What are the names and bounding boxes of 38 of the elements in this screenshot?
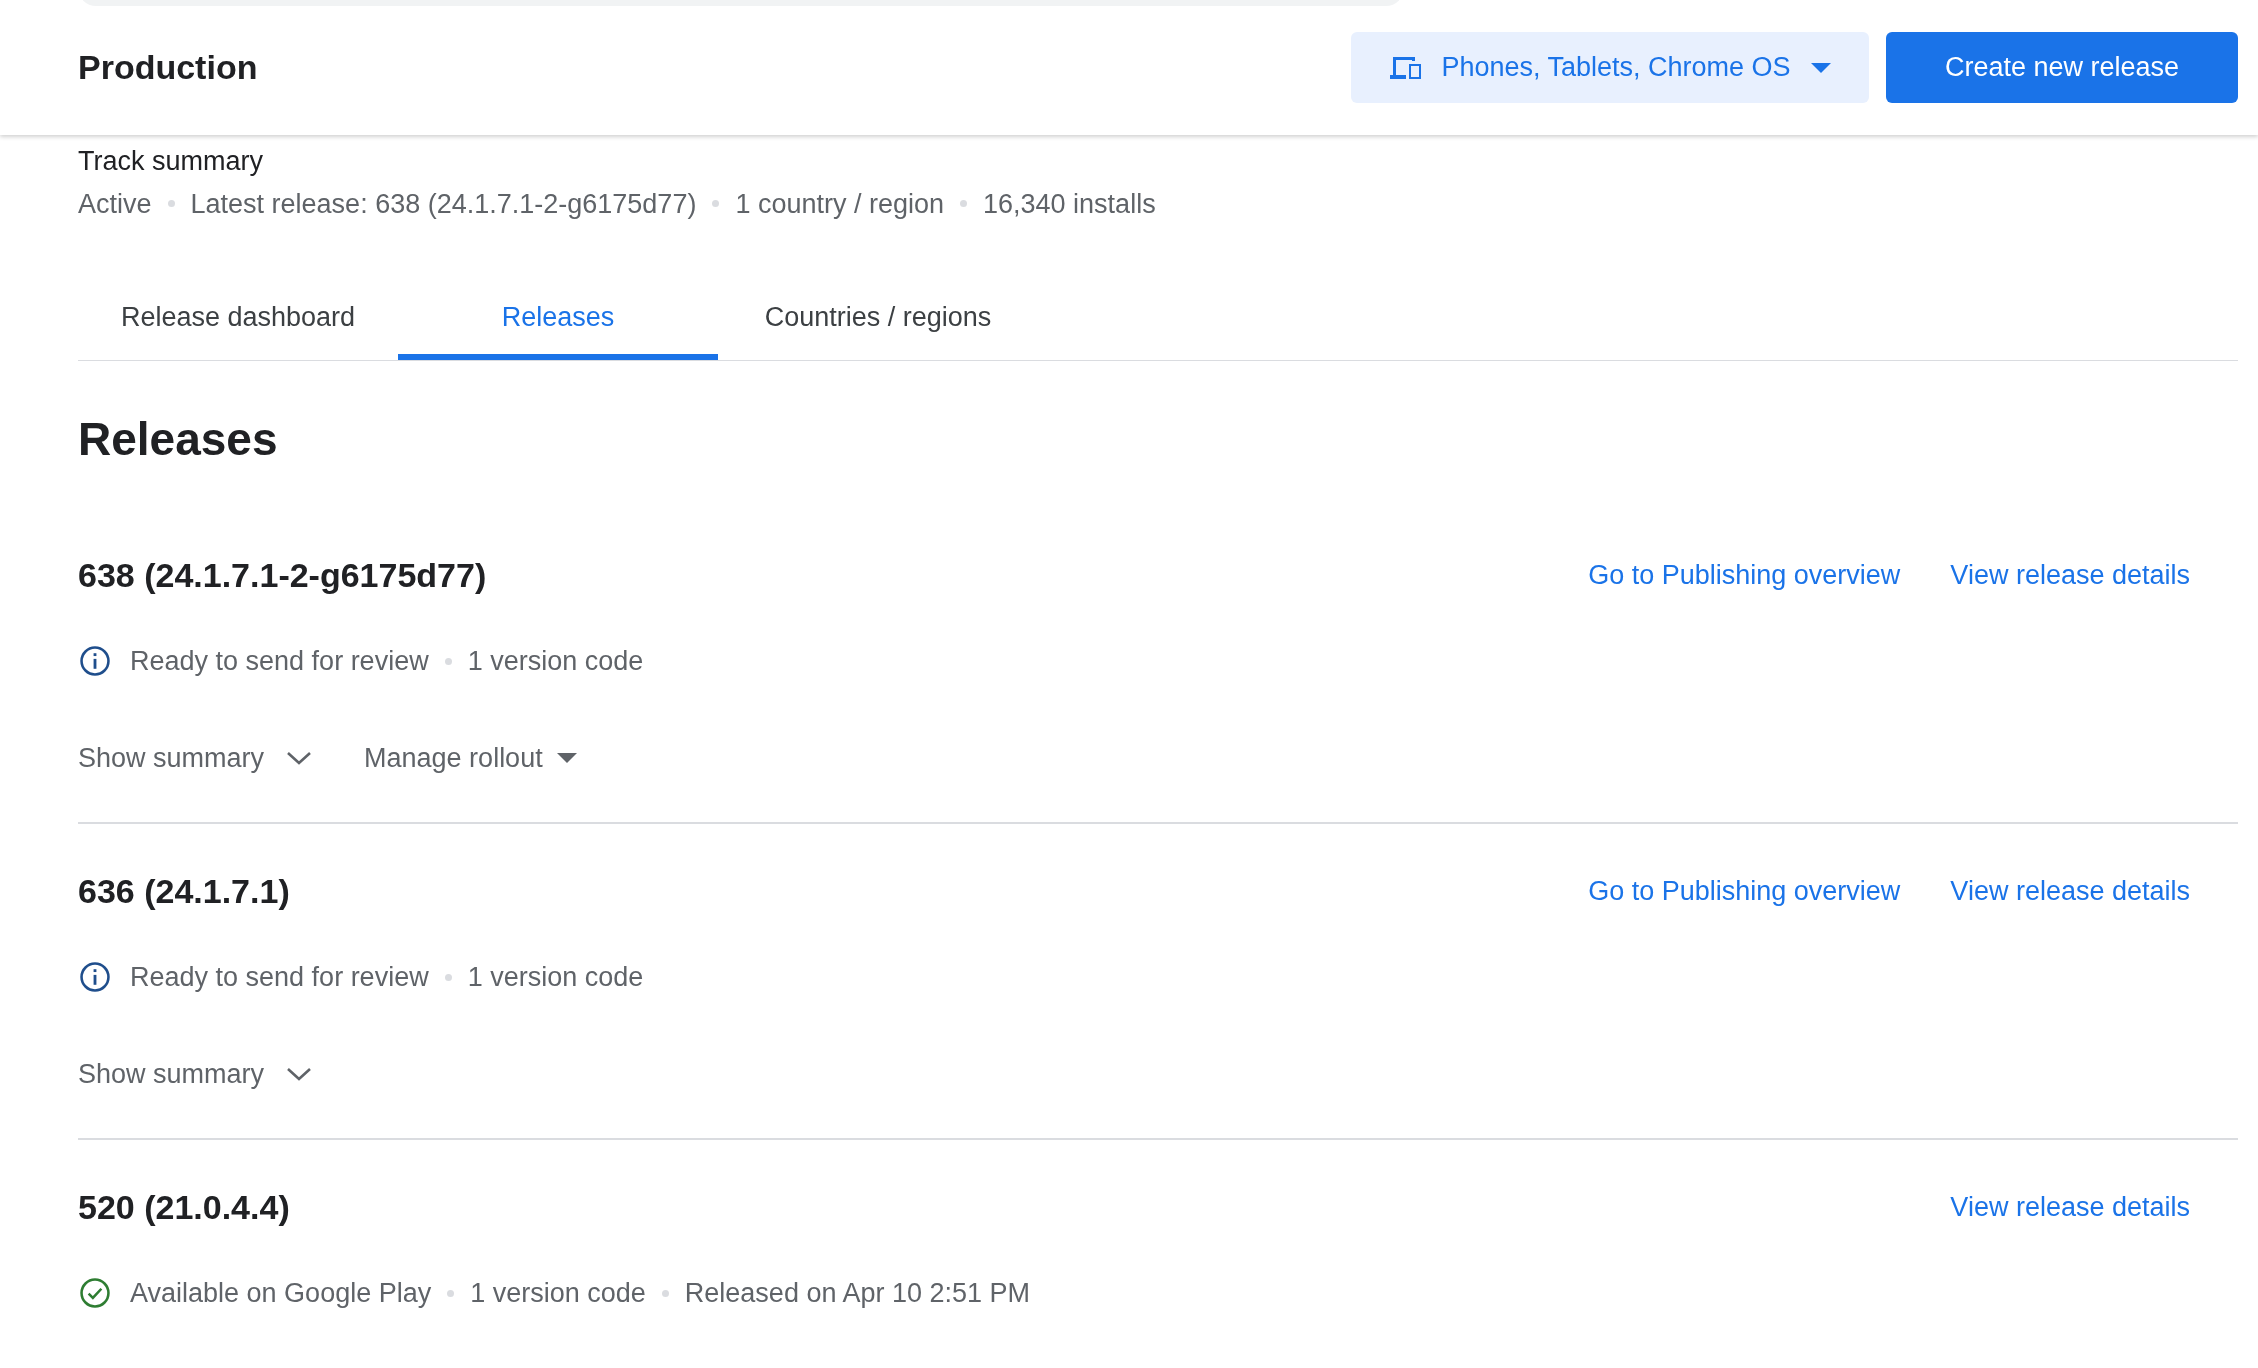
action-button[interactable]: Manage rollout bbox=[364, 737, 577, 778]
page-title: Production bbox=[78, 47, 259, 88]
link[interactable]: Go to Publishing overview bbox=[1588, 555, 1901, 596]
tab[interactable]: Release dashboard bbox=[78, 274, 398, 360]
create-release-button[interactable]: Create new release bbox=[1886, 32, 2238, 103]
tab[interactable]: Releases bbox=[398, 274, 718, 360]
meta-text: Ready to send for review bbox=[130, 961, 429, 994]
info-icon bbox=[78, 960, 112, 995]
link[interactable]: View release details bbox=[1950, 871, 2190, 912]
caret-down-icon bbox=[1810, 62, 1831, 73]
release-title: 636 (24.1.7.1) bbox=[78, 871, 291, 912]
link[interactable]: View release details bbox=[1950, 1187, 2190, 1228]
section-heading: Track summary bbox=[78, 145, 264, 178]
devices-icon bbox=[1389, 54, 1424, 81]
meta-text: 1 version code bbox=[470, 1277, 646, 1310]
meta-text: Active bbox=[78, 187, 152, 221]
meta-text: Available on Google Play bbox=[130, 1277, 432, 1310]
action-button[interactable]: Show summary bbox=[78, 1053, 313, 1094]
link[interactable]: Go to Publishing overview bbox=[1588, 871, 1901, 912]
link[interactable]: View release details bbox=[1950, 555, 2190, 596]
info-icon bbox=[78, 644, 112, 679]
chevron-down-icon bbox=[286, 1065, 313, 1082]
meta-text: 1 country / region bbox=[735, 187, 944, 221]
meta-text: 16,340 installs bbox=[983, 187, 1156, 221]
tab[interactable]: Countries / regions bbox=[718, 274, 1038, 360]
meta-text: 1 version code bbox=[467, 645, 644, 678]
caret-down-icon bbox=[556, 752, 577, 763]
meta-text: 1 version code bbox=[467, 961, 644, 994]
device-selector[interactable]: Phones, Tablets, Chrome OS bbox=[1351, 32, 1869, 103]
releases-heading: Releases bbox=[78, 412, 279, 467]
action-button[interactable]: Show summary bbox=[78, 737, 313, 778]
release-title: 520 (21.0.4.4) bbox=[78, 1187, 291, 1228]
chevron-down-icon bbox=[286, 749, 313, 766]
release-title: 638 (24.1.7.1-2-g6175d77) bbox=[78, 555, 488, 596]
meta-text: Released on Apr 10 2:51 PM bbox=[684, 1277, 1031, 1310]
meta-text: Ready to send for review bbox=[130, 645, 429, 678]
check-circle-icon bbox=[78, 1276, 112, 1311]
meta-text: Latest release: 638 (24.1.7.1-2-g6175d77) bbox=[190, 187, 697, 221]
